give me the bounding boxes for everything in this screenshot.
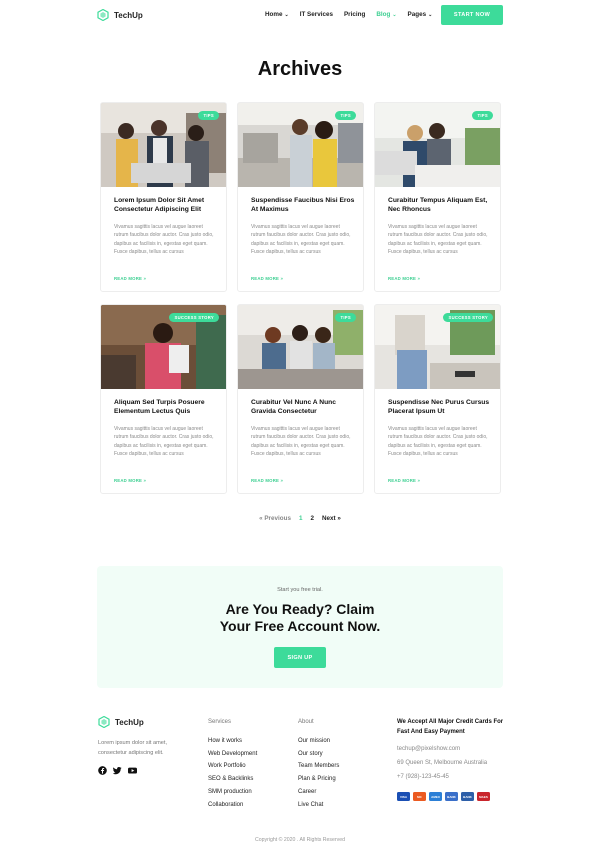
post-badge[interactable]: SUCCESS STORY bbox=[443, 313, 493, 322]
footer-logo[interactable]: TechUp bbox=[98, 716, 144, 728]
read-more-link[interactable]: READ MORE » bbox=[388, 276, 420, 281]
post-title[interactable]: Curabitur Vel Nunc A Nunc Gravida Consec… bbox=[251, 398, 359, 416]
twitter-icon[interactable] bbox=[113, 766, 122, 775]
page-title: Archives bbox=[257, 58, 343, 80]
footer-link[interactable]: Plan & Pricing bbox=[298, 773, 339, 786]
post-title[interactable]: Suspendisse Nec Purus Cursus Placerat Ip… bbox=[388, 398, 496, 416]
post-excerpt: Vivamus sagittis lacus vel augue laoreet… bbox=[114, 224, 214, 256]
footer-column-title: About bbox=[298, 719, 314, 725]
footer-link[interactable]: How it works bbox=[208, 735, 257, 748]
footer-column-title: Services bbox=[208, 719, 232, 725]
cta-title-line: Are You Ready? Claim bbox=[225, 601, 375, 617]
footer-link[interactable]: SEO & Backlinks bbox=[208, 773, 257, 786]
post-card: TIPS Curabitur Tempus Aliquam Est, Nec R… bbox=[374, 102, 501, 292]
pagination: « Previous 1 2 Next » bbox=[0, 515, 600, 522]
nav-item-pricing[interactable]: Pricing bbox=[344, 11, 365, 18]
pagination-next[interactable]: Next » bbox=[322, 515, 341, 522]
bank-card-icon: BANK bbox=[461, 792, 474, 801]
social-links bbox=[98, 766, 137, 775]
footer-services-column: Services How it works Web Development Wo… bbox=[208, 719, 257, 811]
cta-section: Start you free trial. Are You Ready? Cla… bbox=[97, 566, 503, 688]
nav-label: IT Services bbox=[299, 11, 333, 18]
post-card: TIPS Curabitur Vel Nunc A Nunc Gravida C… bbox=[237, 304, 364, 494]
mastercard-icon: MC bbox=[413, 792, 426, 801]
payment-heading: We Accept All Major Credit Cards For Fas… bbox=[397, 719, 504, 735]
pagination-page-current: 1 bbox=[298, 515, 303, 522]
post-card: TIPS Lorem Ipsum Dolor Sit Amet Consecte… bbox=[100, 102, 227, 292]
footer-link[interactable]: SMM production bbox=[208, 786, 257, 799]
cta-title-line: Your Free Account Now. bbox=[219, 617, 381, 634]
bank-card-icon: BANK bbox=[445, 792, 458, 801]
copyright: Copyright © 2020 . All Rights Reserved bbox=[254, 837, 346, 843]
footer-about-column: About Our mission Our story Team Members… bbox=[298, 719, 339, 811]
post-card: SUCCESS STORY Aliquam Sed Turpis Posuere… bbox=[100, 304, 227, 494]
footer-link[interactable]: Work Portfolio bbox=[208, 760, 257, 773]
post-badge[interactable]: TIPS bbox=[198, 111, 219, 120]
sign-up-button[interactable]: SIGN UP bbox=[274, 647, 326, 668]
post-badge[interactable]: SUCCESS STORY bbox=[169, 313, 219, 322]
post-badge[interactable]: TIPS bbox=[335, 111, 356, 120]
post-badge[interactable]: TIPS bbox=[335, 313, 356, 322]
pagination-page-2[interactable]: 2 bbox=[310, 515, 314, 522]
facebook-icon[interactable] bbox=[98, 766, 107, 775]
chevron-down-icon: ⌄ bbox=[392, 11, 397, 18]
cta-title: Are You Ready? Claim Your Free Account N… bbox=[97, 601, 503, 634]
site-header: TechUp Home ⌄ IT Services Pricing Blog ⌄ P… bbox=[0, 0, 600, 30]
read-more-link[interactable]: READ MORE » bbox=[114, 478, 146, 483]
brand-logo[interactable]: TechUp bbox=[97, 9, 143, 21]
read-more-link[interactable]: READ MORE » bbox=[251, 478, 283, 483]
brand-name: TechUp bbox=[114, 10, 143, 20]
post-excerpt: Vivamus sagittis lacus vel augue laoreet… bbox=[388, 426, 488, 458]
contact-address: 69 Queen St, Melbourne Australia bbox=[397, 760, 488, 766]
post-excerpt: Vivamus sagittis lacus vel augue laoreet… bbox=[251, 426, 351, 458]
post-card: TIPS Suspendisse Faucibus Nisi Eros At M… bbox=[237, 102, 364, 292]
footer-link[interactable]: Web Development bbox=[208, 748, 257, 761]
payment-cards: VISA MC AMEX BANK BANK MAES bbox=[397, 792, 490, 801]
contact-email[interactable]: techup@pixelshow.com bbox=[397, 746, 460, 752]
nav-item-blog[interactable]: Blog ⌄ bbox=[376, 11, 396, 18]
post-title[interactable]: Suspendisse Faucibus Nisi Eros At Maximu… bbox=[251, 196, 359, 214]
logo-icon bbox=[98, 716, 110, 728]
nav-item-home[interactable]: Home ⌄ bbox=[265, 11, 289, 18]
post-excerpt: Vivamus sagittis lacus vel augue laoreet… bbox=[388, 224, 488, 256]
amex-card-icon: AMEX bbox=[429, 792, 442, 801]
contact-phone[interactable]: +7 (928)-123-45-45 bbox=[397, 774, 449, 780]
youtube-icon[interactable] bbox=[128, 766, 137, 775]
post-badge[interactable]: TIPS bbox=[472, 111, 493, 120]
post-title[interactable]: Aliquam Sed Turpis Posuere Elementum Lec… bbox=[114, 398, 222, 416]
read-more-link[interactable]: READ MORE » bbox=[251, 276, 283, 281]
visa-card-icon: VISA bbox=[397, 792, 410, 801]
read-more-link[interactable]: READ MORE » bbox=[388, 478, 420, 483]
pagination-previous[interactable]: « Previous bbox=[259, 515, 291, 522]
post-excerpt: Vivamus sagittis lacus vel augue laoreet… bbox=[251, 224, 351, 256]
footer-link[interactable]: Collaboration bbox=[208, 799, 257, 812]
footer-link[interactable]: Live Chat bbox=[298, 799, 339, 812]
footer-link[interactable]: Team Members bbox=[298, 760, 339, 773]
nav-label: Pricing bbox=[343, 11, 366, 18]
chevron-down-icon: ⌄ bbox=[284, 11, 289, 18]
main-nav: Home ⌄ IT Services Pricing Blog ⌄ Pages ⌄ bbox=[265, 11, 432, 18]
maestro-card-icon: MAES bbox=[477, 792, 490, 801]
start-now-button[interactable]: START NOW bbox=[441, 5, 503, 25]
post-excerpt: Vivamus sagittis lacus vel augue laoreet… bbox=[114, 426, 214, 458]
nav-label: Blog bbox=[376, 11, 391, 18]
read-more-link[interactable]: READ MORE » bbox=[114, 276, 146, 281]
post-title[interactable]: Lorem Ipsum Dolor Sit Amet Consectetur A… bbox=[114, 196, 222, 214]
footer-link[interactable]: Our mission bbox=[298, 735, 339, 748]
chevron-down-icon: ⌄ bbox=[428, 11, 433, 18]
footer-description: Lorem ipsum dolor sit amet, consectetur … bbox=[98, 740, 168, 757]
nav-item-pages[interactable]: Pages ⌄ bbox=[408, 11, 433, 18]
cta-kicker: Start you free trial. bbox=[277, 587, 323, 593]
logo-icon bbox=[97, 9, 109, 21]
post-card: SUCCESS STORY Suspendisse Nec Purus Curs… bbox=[374, 304, 501, 494]
nav-label: Home bbox=[265, 11, 283, 18]
nav-item-it-services[interactable]: IT Services bbox=[300, 11, 333, 18]
nav-label: Pages bbox=[407, 11, 427, 18]
brand-name: TechUp bbox=[115, 717, 144, 727]
footer-link[interactable]: Career bbox=[298, 786, 339, 799]
footer-link[interactable]: Our story bbox=[298, 748, 339, 761]
post-title[interactable]: Curabitur Tempus Aliquam Est, Nec Rhoncu… bbox=[388, 196, 496, 214]
